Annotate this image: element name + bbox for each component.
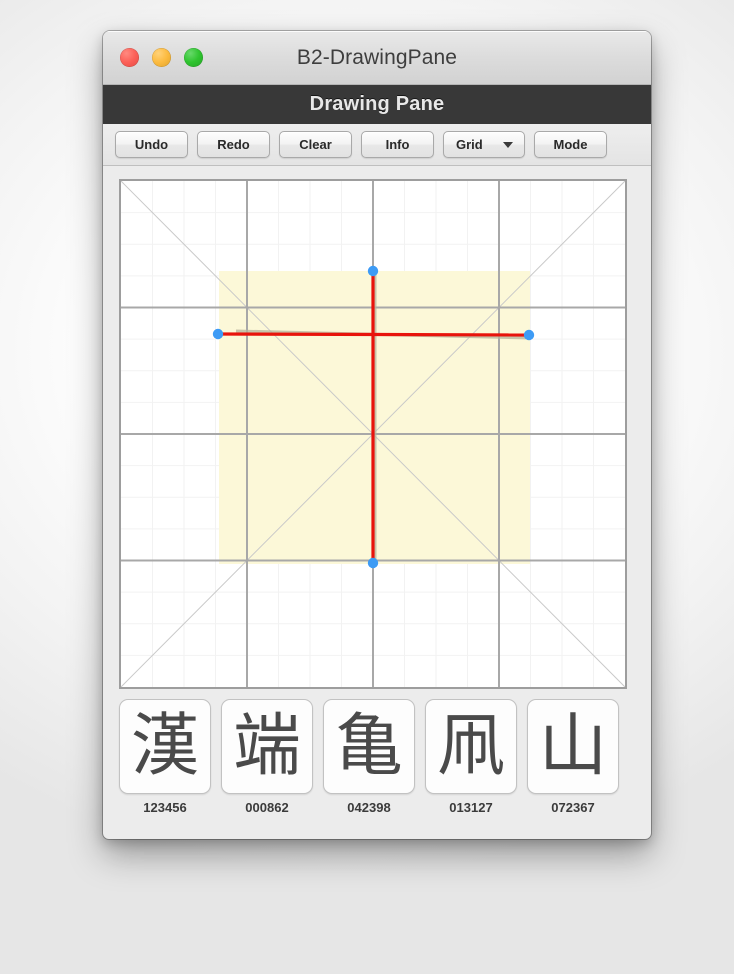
candidate-glyph: 漢 <box>130 706 199 786</box>
candidate-id-label: 042398 <box>347 800 391 815</box>
candidate-glyph: 凧 <box>436 706 505 786</box>
clear-button[interactable]: Clear <box>279 131 352 158</box>
toolbar: Undo Redo Clear Info Grid Mode <box>103 124 651 166</box>
candidate-item[interactable]: 亀 042398 <box>323 699 415 815</box>
redo-button[interactable]: Redo <box>197 131 270 158</box>
candidate-glyph: 亀 <box>334 706 403 786</box>
candidate-item[interactable]: 漢 123456 <box>119 699 211 815</box>
vertical-stroke-handle-0[interactable] <box>367 265 379 277</box>
horizontal-stroke-handle-1[interactable] <box>523 329 535 341</box>
candidate-id-label: 123456 <box>143 800 187 815</box>
candidate-glyph: 山 <box>538 706 607 786</box>
drawing-canvas[interactable] <box>119 179 627 689</box>
candidate-glyph-button[interactable]: 亀 <box>323 699 415 794</box>
candidate-glyph-button[interactable]: 山 <box>527 699 619 794</box>
window-title-bar[interactable]: B2-DrawingPane <box>103 31 651 85</box>
vertical-stroke-handle-1[interactable] <box>367 557 379 569</box>
info-button[interactable]: Info <box>361 131 434 158</box>
candidate-glyph-button[interactable]: 漢 <box>119 699 211 794</box>
horizontal-stroke[interactable] <box>217 332 530 337</box>
candidate-glyph-button[interactable]: 凧 <box>425 699 517 794</box>
grid-dropdown-label: Grid <box>456 137 483 152</box>
chevron-down-icon <box>503 141 513 148</box>
candidate-item[interactable]: 山 072367 <box>527 699 619 815</box>
pane-body: 漢 123456 端 000862 亀 042398 凧 013127 山 072367 <box>103 166 651 815</box>
window-title: B2-DrawingPane <box>296 46 458 69</box>
application-window: B2-DrawingPane Drawing Pane Undo Redo Cl… <box>103 31 651 839</box>
candidate-id-label: 013127 <box>449 800 493 815</box>
pane-header-title: Drawing Pane <box>309 93 445 115</box>
grid-dropdown-button[interactable]: Grid <box>443 131 525 158</box>
candidate-item[interactable]: 端 000862 <box>221 699 313 815</box>
pane-header: Drawing Pane <box>103 85 651 124</box>
mode-button[interactable]: Mode <box>534 131 607 158</box>
candidate-id-label: 072367 <box>551 800 595 815</box>
horizontal-stroke-handle-0[interactable] <box>212 328 224 340</box>
undo-button[interactable]: Undo <box>115 131 188 158</box>
candidate-item[interactable]: 凧 013127 <box>425 699 517 815</box>
candidate-glyph: 端 <box>232 706 301 786</box>
candidate-list: 漢 123456 端 000862 亀 042398 凧 013127 山 072367 <box>119 699 635 815</box>
candidate-glyph-button[interactable]: 端 <box>221 699 313 794</box>
candidate-id-label: 000862 <box>245 800 289 815</box>
drawing-canvas-surface[interactable] <box>121 181 625 687</box>
